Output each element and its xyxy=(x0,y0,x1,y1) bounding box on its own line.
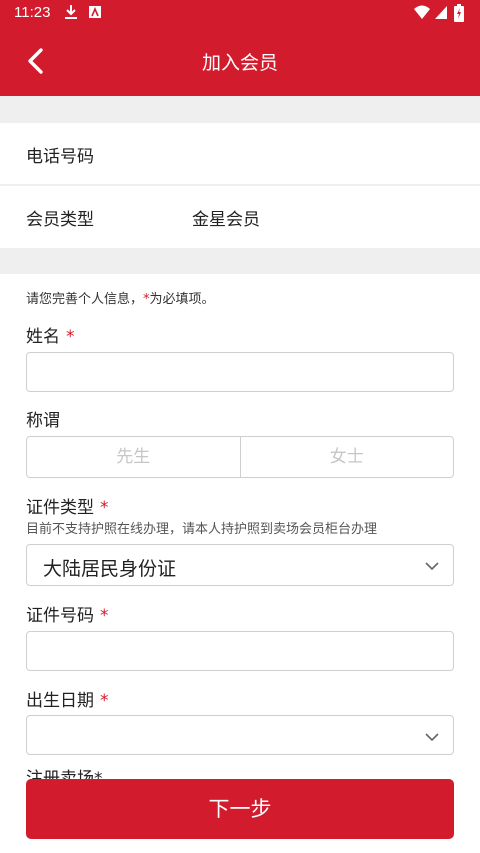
birth-date-select[interactable] xyxy=(26,715,454,755)
status-time: 11:23 xyxy=(14,4,51,21)
id-number-label: 证件号码 * xyxy=(26,601,109,626)
title-option-ms[interactable]: 女士 xyxy=(239,437,454,477)
status-bar: 11:23 xyxy=(0,0,480,26)
id-type-note: 目前不支持护照在线办理，请本人持护照到卖场会员柜台办理 xyxy=(26,522,378,537)
required-hint: 请您完善个人信息，*为必填项。 xyxy=(26,288,215,307)
page-title: 加入会员 xyxy=(201,52,278,74)
section-gap xyxy=(0,248,480,274)
id-type-label: 证件类型 * xyxy=(26,493,109,518)
required-star: * xyxy=(100,606,109,626)
signal-icon xyxy=(434,4,448,24)
battery-icon xyxy=(454,4,464,26)
required-star: * xyxy=(66,327,75,347)
required-star: * xyxy=(100,691,109,711)
id-number-input[interactable] xyxy=(26,631,454,671)
phone-row: 电话号码 xyxy=(0,123,480,183)
hint-text: 请您完善个人信息， xyxy=(26,292,144,307)
app-bar: 加入会员 xyxy=(0,26,480,96)
id-type-select[interactable]: 大陆居民身份证 xyxy=(26,544,454,586)
required-star: * xyxy=(100,498,109,518)
member-type-row: 会员类型 金星会员 xyxy=(0,186,480,246)
member-type-label: 会员类型 xyxy=(26,210,94,230)
hint-text: 为必填项。 xyxy=(149,292,215,307)
next-step-button[interactable]: 下一步 xyxy=(26,779,454,839)
id-type-label-text: 证件类型 xyxy=(26,498,94,518)
member-type-value: 金星会员 xyxy=(192,210,260,230)
id-number-label-text: 证件号码 xyxy=(26,606,94,626)
birth-date-label: 出生日期 * xyxy=(26,686,109,711)
chevron-down-icon xyxy=(425,562,439,571)
name-input[interactable] xyxy=(26,352,454,392)
notification-app-icon xyxy=(88,4,102,24)
id-type-selected-value: 大陆居民身份证 xyxy=(43,558,177,580)
phone-label: 电话号码 xyxy=(26,147,94,167)
name-label: 姓名 * xyxy=(26,322,75,347)
wifi-icon xyxy=(414,4,430,24)
birth-date-label-text: 出生日期 xyxy=(26,691,94,711)
chevron-down-icon xyxy=(425,733,439,742)
title-label: 称谓 xyxy=(26,411,60,431)
download-icon xyxy=(64,4,78,24)
title-option-mr[interactable]: 先生 xyxy=(27,437,240,477)
section-gap xyxy=(0,96,480,123)
register-store-label: 注册卖场* xyxy=(26,764,103,780)
title-segmented-control: 先生 女士 xyxy=(26,436,454,478)
name-label-text: 姓名 xyxy=(26,327,60,347)
